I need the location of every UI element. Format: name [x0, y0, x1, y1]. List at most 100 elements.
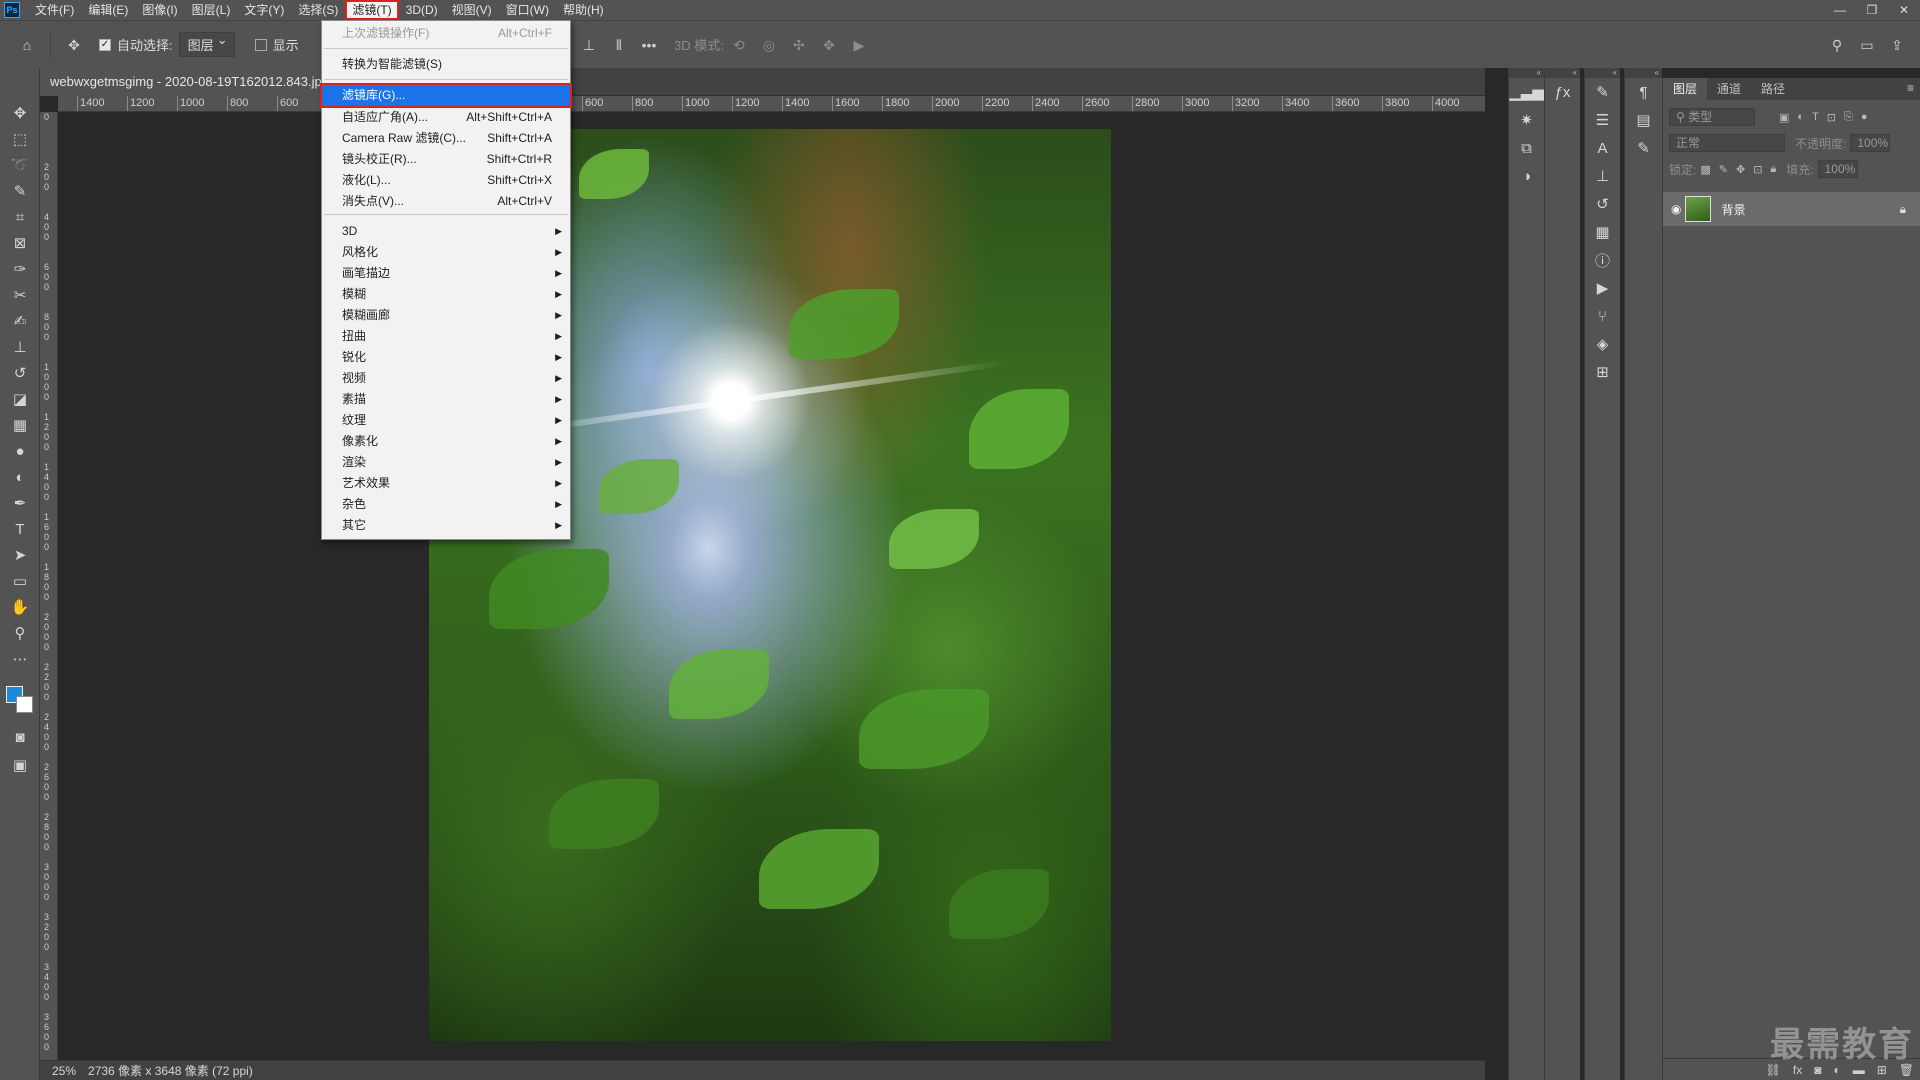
screen-mode-icon[interactable]: ▣ — [0, 752, 40, 778]
menu-window[interactable]: 窗口(W) — [499, 0, 556, 20]
distribute-icon[interactable]: ⫴ — [608, 34, 630, 56]
menu-item-submenu[interactable]: 像素化 ▶ — [322, 431, 570, 452]
menu-view[interactable]: 视图(V) — [445, 0, 499, 20]
document-size-info[interactable]: 2736 像素 x 3648 像素 (72 ppi) — [88, 1062, 253, 1079]
collapse-arrows-icon[interactable]: « — [1545, 68, 1580, 78]
swatches-icon[interactable]: ▦ — [1585, 218, 1620, 246]
adjustments-icon[interactable]: ◑ — [1509, 162, 1544, 190]
pixel-filter-icon[interactable]: ▣ — [1779, 111, 1789, 124]
menu-item-filter-command[interactable]: Camera Raw 滤镜(C)... Shift+Ctrl+A — [322, 128, 570, 149]
brushes-icon[interactable]: ☰ — [1585, 106, 1620, 134]
paragraph-styles-icon[interactable]: ▤ — [1625, 106, 1662, 134]
type-tool-icon[interactable]: T — [0, 516, 40, 542]
menu-item-filter-gallery[interactable]: 滤镜库(G)... — [320, 83, 572, 108]
shape-filter-icon[interactable]: ⊡ — [1827, 111, 1836, 124]
eraser-tool-icon[interactable]: ◪ — [0, 386, 40, 412]
notes-icon[interactable]: ✎ — [1625, 134, 1662, 162]
show-transform-option[interactable]: 显示 — [254, 35, 299, 54]
auto-select-dropdown[interactable]: 图层 — [178, 32, 235, 57]
zoom-level[interactable]: 25% — [52, 1064, 76, 1078]
camera-3d-icon[interactable]: ▶ — [848, 34, 870, 56]
paths-icon[interactable]: ⑂ — [1585, 302, 1620, 330]
adjustment-filter-icon[interactable]: ◐ — [1797, 111, 1804, 123]
collapse-arrows-icon[interactable]: « — [1625, 68, 1662, 78]
search-icon[interactable]: ⚲ — [1826, 34, 1848, 56]
menu-item-submenu[interactable]: 艺术效果 ▶ — [322, 473, 570, 494]
auto-select-checkbox[interactable]: ✓ — [99, 38, 111, 51]
canvas-area[interactable] — [58, 112, 1485, 1060]
menu-item-filter-command[interactable]: 液化(L)... Shift+Ctrl+X — [322, 170, 570, 191]
marquee-tool-icon[interactable]: ⬚ — [0, 126, 40, 152]
rectangle-tool-icon[interactable]: ▭ — [0, 568, 40, 594]
move-tool-icon[interactable]: ✥ — [63, 34, 85, 56]
menu-3d[interactable]: 3D(D) — [399, 0, 445, 20]
layer-filter-select[interactable]: ⚲ 类型 — [1669, 108, 1755, 126]
menu-item-submenu[interactable]: 3D ▶ — [322, 221, 570, 242]
menu-item-last-filter[interactable]: 上次滤镜操作(F) Alt+Ctrl+F — [322, 23, 570, 44]
properties-icon[interactable]: ⧉ — [1509, 134, 1544, 162]
close-button[interactable]: ✕ — [1888, 0, 1920, 20]
healing-tool-icon[interactable]: ✂ — [0, 282, 40, 308]
blur-tool-icon[interactable]: ● — [0, 438, 40, 464]
actions-icon[interactable]: ▶ — [1585, 274, 1620, 302]
menu-item-submenu[interactable]: 画笔描边 ▶ — [322, 263, 570, 284]
eyedropper-tool-icon[interactable]: ✑ — [0, 256, 40, 282]
layer-name[interactable]: 背景 — [1721, 201, 1745, 218]
navigator-icon[interactable]: ✷ — [1509, 106, 1544, 134]
fx-icon[interactable]: ƒx — [1545, 78, 1580, 106]
dodge-tool-icon[interactable]: ◐ — [0, 464, 40, 490]
quick-select-tool-icon[interactable]: ✎ — [0, 178, 40, 204]
menu-item-submenu[interactable]: 模糊画廊 ▶ — [322, 305, 570, 326]
lock-position-icon[interactable]: ✥ — [1736, 163, 1745, 176]
lasso-tool-icon[interactable]: ➰ — [0, 152, 40, 178]
menu-filter[interactable]: 滤镜(T) — [345, 0, 399, 20]
gradient-tool-icon[interactable]: ▦ — [0, 412, 40, 438]
opacity-field[interactable]: 100% — [1850, 134, 1891, 152]
info-icon[interactable]: ⓘ — [1585, 246, 1620, 274]
pen-tool-icon[interactable]: ✒ — [0, 490, 40, 516]
frame-tool-icon[interactable]: ⊠ — [0, 230, 40, 256]
menu-image[interactable]: 图像(I) — [135, 0, 184, 20]
background-color-swatch[interactable] — [16, 696, 33, 713]
visibility-eye-icon[interactable]: ◉ — [1671, 202, 1681, 216]
menu-item-convert-smart-filter[interactable]: 转换为智能滤镜(S) — [322, 54, 570, 75]
type-filter-icon[interactable]: T — [1812, 111, 1819, 123]
lock-artboard-icon[interactable]: ⊡ — [1753, 163, 1762, 176]
menu-item-filter-command[interactable]: 消失点(V)... Alt+Ctrl+V — [322, 191, 570, 212]
smart-object-filter-icon[interactable]: ⎘ — [1844, 111, 1853, 124]
menu-item-submenu[interactable]: 素描 ▶ — [322, 389, 570, 410]
fill-field[interactable]: 100% — [1817, 160, 1858, 178]
character-icon[interactable]: A — [1585, 134, 1620, 162]
auto-select-option[interactable]: ✓ 自动选择: 图层 — [99, 32, 235, 57]
panel-menu-icon[interactable]: ≡ — [1907, 81, 1914, 95]
tab-paths[interactable]: 路径 — [1751, 78, 1795, 100]
collapse-arrows-icon[interactable]: « — [1585, 68, 1620, 78]
slide-3d-icon[interactable]: ✥ — [818, 34, 840, 56]
menu-item-filter-command[interactable]: 自适应广角(A)... Alt+Shift+Ctrl+A — [322, 107, 570, 128]
zoom-tool-icon[interactable]: ⚲ — [0, 620, 40, 646]
more-options-icon[interactable]: ••• — [638, 34, 660, 56]
home-icon[interactable]: ⌂ — [16, 34, 38, 56]
menu-item-submenu[interactable]: 杂色 ▶ — [322, 494, 570, 515]
restore-button[interactable]: ❐ — [1856, 0, 1888, 20]
crop-tool-icon[interactable]: ⌗ — [0, 204, 40, 230]
clone-source-icon[interactable]: ⊥ — [1585, 162, 1620, 190]
pan-3d-icon[interactable]: ✣ — [788, 34, 810, 56]
move-tool-icon[interactable]: ✥ — [0, 100, 40, 126]
layer-row-background[interactable]: ◉ 背景 🔒︎ — [1663, 192, 1920, 226]
lock-all-icon[interactable]: 🔒︎ — [1770, 163, 1776, 176]
menu-type[interactable]: 文字(Y) — [237, 0, 291, 20]
blend-mode-select[interactable]: 正常 — [1669, 134, 1785, 152]
menu-item-filter-command[interactable]: 镜头校正(R)... Shift+Ctrl+R — [322, 149, 570, 170]
menu-item-submenu[interactable]: 视频 ▶ — [322, 368, 570, 389]
orbit-3d-icon[interactable]: ⟲ — [728, 34, 750, 56]
brush-tool-icon[interactable]: ✍ — [0, 308, 40, 334]
document-tab[interactable]: webwxgetmsgimg - 2020-08-19T162012.843.j… — [40, 68, 322, 96]
align-bottom-icon[interactable]: ⊥ — [578, 34, 600, 56]
roll-3d-icon[interactable]: ◎ — [758, 34, 780, 56]
workspace-icon[interactable]: ▭ — [1856, 34, 1878, 56]
minimize-button[interactable]: — — [1824, 0, 1856, 20]
menu-item-submenu[interactable]: 模糊 ▶ — [322, 284, 570, 305]
edit-toolbar-icon[interactable]: ⋯ — [0, 646, 40, 672]
menu-edit[interactable]: 编辑(E) — [81, 0, 135, 20]
